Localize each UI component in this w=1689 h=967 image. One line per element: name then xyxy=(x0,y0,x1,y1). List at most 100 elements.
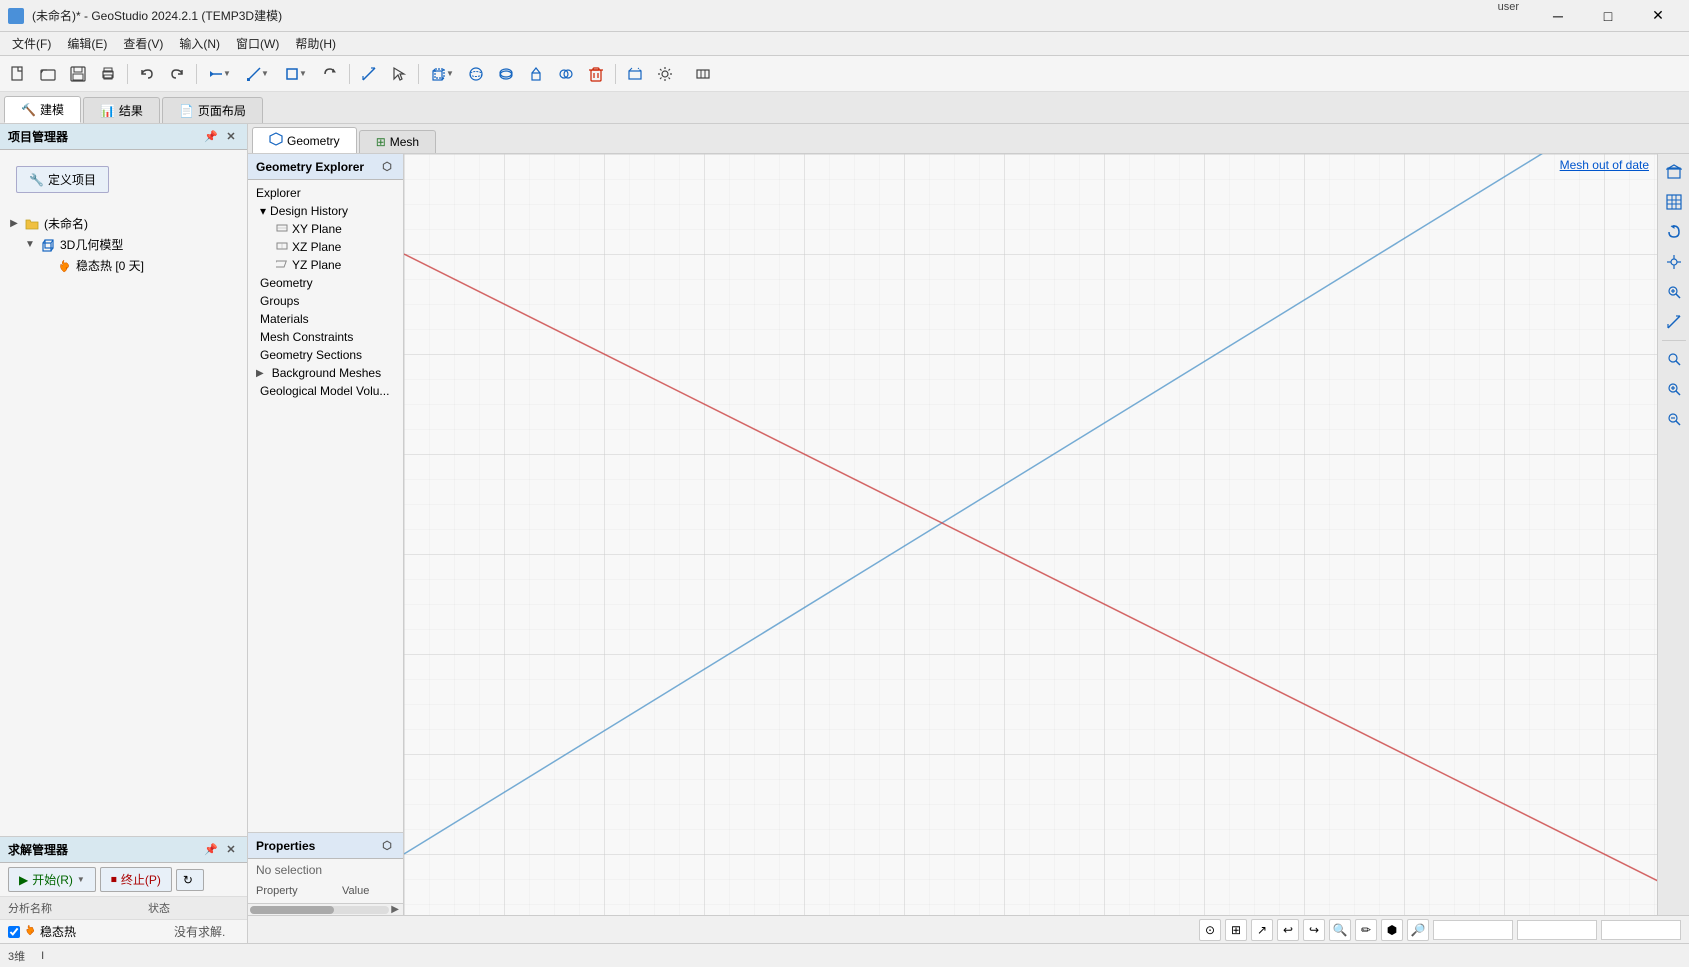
print-button[interactable] xyxy=(94,60,122,88)
vp-btn-zoom[interactable]: 🔎 xyxy=(1407,919,1429,941)
settings-geo-button[interactable] xyxy=(651,60,679,88)
right-tool-home[interactable] xyxy=(1660,158,1688,186)
close-button[interactable]: ✕ xyxy=(1635,1,1681,31)
main-layout: 项目管理器 📌 ✕ 🔧 定义项目 ▶ (未命名) xyxy=(0,124,1689,943)
vp-coord-input-2[interactable] xyxy=(1517,920,1597,940)
vp-btn-redo2[interactable]: ↪ xyxy=(1303,919,1325,941)
mesh-tab-icon: ⊞ xyxy=(376,135,386,149)
geo-item-background-meshes[interactable]: ▶ Background Meshes xyxy=(248,364,403,382)
layout-icon: 📄 xyxy=(179,104,194,118)
maximize-button[interactable]: □ xyxy=(1585,1,1631,31)
new-button[interactable] xyxy=(4,60,32,88)
geo-explorer-expand-button[interactable]: ⬡ xyxy=(379,159,395,175)
vp-btn-angle[interactable]: ⬢ xyxy=(1381,919,1403,941)
sphere-button[interactable] xyxy=(462,60,490,88)
tree-item-steady[interactable]: 稳态热 [0 天] xyxy=(8,255,239,276)
shape-tool-button[interactable]: ▼ xyxy=(278,60,314,88)
properties-expand-button[interactable]: ⬡ xyxy=(379,838,395,854)
scrollbar-thumb[interactable] xyxy=(250,906,334,914)
plane-button[interactable] xyxy=(621,60,649,88)
menu-help[interactable]: 帮助(H) xyxy=(287,33,344,54)
save-button[interactable] xyxy=(64,60,92,88)
extra-button[interactable] xyxy=(689,60,717,88)
stop-solver-button[interactable]: ⏹ 终止(P) xyxy=(100,867,172,892)
solver-row-checkbox[interactable] xyxy=(8,926,20,938)
right-tool-grid[interactable] xyxy=(1660,188,1688,216)
geo-item-explorer[interactable]: Explorer xyxy=(248,184,403,202)
vp-coord-input-3[interactable] xyxy=(1601,920,1681,940)
refresh-solver-button[interactable]: ↻ xyxy=(176,869,204,891)
delete-geo-button[interactable] xyxy=(582,60,610,88)
right-tool-zoom-in[interactable] xyxy=(1660,375,1688,403)
torus-button[interactable] xyxy=(492,60,520,88)
geo-item-mesh-constraints[interactable]: Mesh Constraints xyxy=(248,328,403,346)
tab-results[interactable]: 📊 结果 xyxy=(83,97,160,123)
minimize-button[interactable]: ─ xyxy=(1535,1,1581,31)
measure-button[interactable] xyxy=(355,60,383,88)
vp-btn-grid2[interactable]: ⊞ xyxy=(1225,919,1247,941)
geo-item-yz-plane[interactable]: YZ Plane xyxy=(248,256,403,274)
select-button[interactable] xyxy=(385,60,413,88)
open-button[interactable] xyxy=(34,60,62,88)
xy-plane-icon xyxy=(276,222,288,236)
define-project-button[interactable]: 🔧 定义项目 xyxy=(16,166,109,193)
flame-icon xyxy=(56,258,72,274)
menu-window[interactable]: 窗口(W) xyxy=(228,33,287,54)
right-tool-zoom-fit[interactable] xyxy=(1660,345,1688,373)
right-tool-zoom-region[interactable] xyxy=(1660,278,1688,306)
menu-view[interactable]: 查看(V) xyxy=(115,33,171,54)
menu-edit[interactable]: 编辑(E) xyxy=(59,33,115,54)
solver-close-button[interactable]: ✕ xyxy=(223,842,239,858)
tree-item-3d[interactable]: ▼ 3D几何模型 xyxy=(8,234,239,255)
extrude-button[interactable] xyxy=(522,60,550,88)
tree-expand-3d: ▼ xyxy=(24,239,36,251)
geo-item-geometry[interactable]: Geometry xyxy=(248,274,403,292)
vp-btn-undo2[interactable]: ↩ xyxy=(1277,919,1299,941)
tab-modeling[interactable]: 🔨 建模 xyxy=(4,96,81,123)
right-tool-pan[interactable] xyxy=(1660,248,1688,276)
vp-btn-arrow[interactable]: ↗ xyxy=(1251,919,1273,941)
solver-col-name: 分析名称 xyxy=(8,900,148,916)
tree-item-3d-label: 3D几何模型 xyxy=(60,236,123,253)
tree-item-root[interactable]: ▶ (未命名) xyxy=(8,213,239,234)
vp-btn-search2[interactable]: 🔍 xyxy=(1329,919,1351,941)
vp-coord-input-1[interactable] xyxy=(1433,920,1513,940)
xy-plane-label: XY Plane xyxy=(292,222,342,236)
right-tool-measure2[interactable] xyxy=(1660,308,1688,336)
tab-geometry[interactable]: Geometry xyxy=(252,127,357,153)
panel-close-button[interactable]: ✕ xyxy=(223,129,239,145)
redo-button[interactable] xyxy=(163,60,191,88)
geo-item-xz-plane[interactable]: XZ Plane xyxy=(248,238,403,256)
tab-layout[interactable]: 📄 页面布局 xyxy=(162,97,263,123)
viewport[interactable]: XY x y z Mesh out of date xyxy=(404,154,1657,915)
panel-pin-button[interactable]: 📌 xyxy=(203,129,219,145)
background-meshes-label: Background Meshes xyxy=(268,366,381,380)
properties-header: Properties ⬡ xyxy=(248,833,403,859)
vp-btn-pencil[interactable]: ✏ xyxy=(1355,919,1377,941)
geo-item-xy-plane[interactable]: XY Plane xyxy=(248,220,403,238)
geo-item-groups[interactable]: Groups xyxy=(248,292,403,310)
geo-item-geological[interactable]: Geological Model Volu... xyxy=(248,382,403,400)
mesh-out-of-date-label[interactable]: Mesh out of date xyxy=(1560,158,1649,172)
geo-item-materials[interactable]: Materials xyxy=(248,310,403,328)
scroll-right-button[interactable]: ▶ xyxy=(389,904,401,915)
menu-input[interactable]: 输入(N) xyxy=(171,33,228,54)
box-button[interactable]: ▼ xyxy=(424,60,460,88)
geo-item-geometry-sections[interactable]: Geometry Sections xyxy=(248,346,403,364)
line-tool-button[interactable]: ▼ xyxy=(240,60,276,88)
project-manager-title: 项目管理器 xyxy=(8,128,68,145)
explorer-scrollbar[interactable]: ▶ xyxy=(248,903,403,915)
boolean-button[interactable] xyxy=(552,60,580,88)
menu-file[interactable]: 文件(F) xyxy=(4,33,59,54)
status-cursor: I xyxy=(41,950,44,962)
geo-item-design-history[interactable]: ▾ Design History xyxy=(248,202,403,220)
rotate-button[interactable] xyxy=(316,60,344,88)
right-tool-rotate[interactable] xyxy=(1660,218,1688,246)
undo-button[interactable] xyxy=(133,60,161,88)
solver-pin-button[interactable]: 📌 xyxy=(203,842,219,858)
right-tool-zoom-out[interactable] xyxy=(1660,405,1688,433)
tab-mesh[interactable]: ⊞ Mesh xyxy=(359,130,436,153)
vp-btn-circle[interactable]: ⊙ xyxy=(1199,919,1221,941)
draw-tool-button[interactable]: ▼ xyxy=(202,60,238,88)
start-solver-button[interactable]: ▶ 开始(R) ▼ xyxy=(8,867,96,892)
